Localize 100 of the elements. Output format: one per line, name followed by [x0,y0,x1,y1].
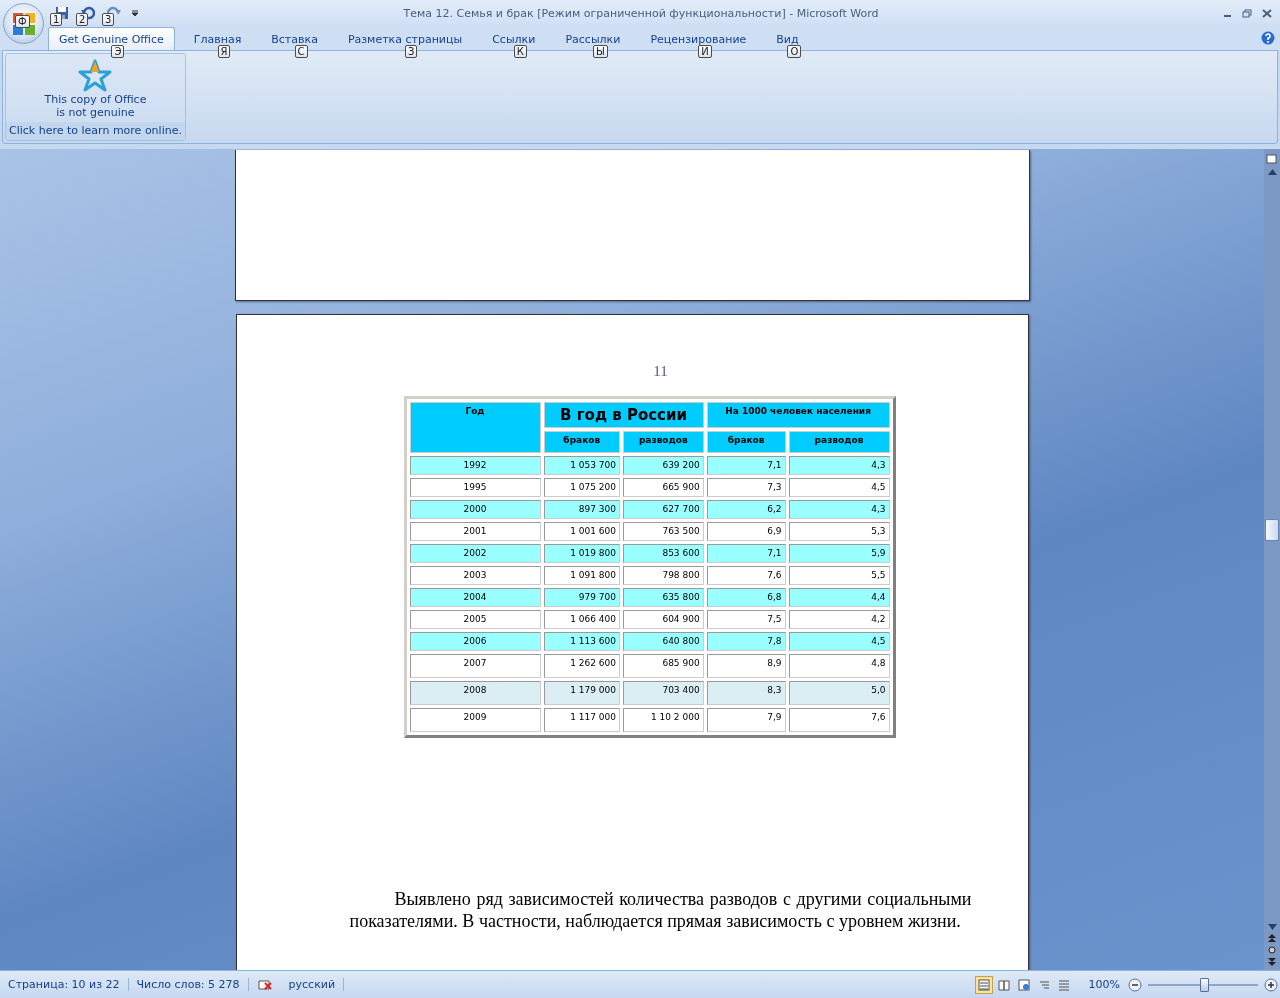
word-count[interactable]: Число слов: 5 278 [128,978,249,991]
table-cell: 1995 [409,478,541,497]
table-cell: 8,3 [706,681,786,705]
table-cell: 7,1 [706,544,786,563]
table-header: браков [706,431,786,453]
zoom-level[interactable]: 100% [1080,978,1128,991]
learn-more-link[interactable]: Click here to learn more online. [6,122,185,140]
proofing-icon[interactable] [256,977,273,992]
page-count[interactable]: Страница: 10 из 22 [0,978,129,991]
table-cell: 6,9 [706,522,786,541]
customize-dropdown-icon[interactable] [131,9,139,17]
key-tip: 3 [102,13,115,26]
scroll-thumb[interactable] [1265,519,1279,541]
table-cell: 2000 [409,500,541,519]
table-cell: 2006 [409,632,541,651]
help-icon[interactable] [1261,31,1275,45]
table-cell: 4,5 [788,478,890,497]
table-cell: 6,8 [706,588,786,607]
language-indicator[interactable]: русский [280,978,345,991]
table-cell: 2003 [409,566,541,585]
table-cell: 853 600 [623,544,704,563]
table-cell: 7,6 [788,708,890,732]
table-cell: 4,4 [788,588,890,607]
table-cell: 5,5 [788,566,890,585]
table-cell: 7,8 [706,632,786,651]
table-header: В год в России [543,402,704,428]
table-cell: 6,2 [706,500,786,519]
table-cell: 2007 [409,654,541,678]
table-cell: 639 200 [623,456,704,475]
key-tip: Ф [15,15,30,28]
table-cell: 4,5 [788,632,890,651]
table-cell: 627 700 [623,500,704,519]
table-cell: 4,2 [788,610,890,629]
page-number: 11 [652,363,669,380]
window-title: Тема 12. Семья и брак [Режим ограниченной функциональности] - Microsoft Word [402,6,880,20]
table-cell: 2002 [409,544,541,563]
table-cell: 1 179 000 [543,681,620,705]
vertical-scrollbar[interactable] [1264,149,1280,970]
zoom-slider-thumb[interactable] [1200,977,1209,992]
table-cell: 5,9 [788,544,890,563]
close-icon[interactable] [1262,8,1272,18]
table-cell: 7,3 [706,478,786,497]
table-cell: 1 019 800 [543,544,620,563]
table-cell: 2005 [409,610,541,629]
table-cell: 2008 [409,681,541,705]
table-cell: 1 117 000 [543,708,620,732]
key-tip: 2 [76,13,89,26]
table-cell: 604 900 [623,610,704,629]
table-cell: 1 113 600 [543,632,620,651]
table-cell: 4,8 [788,654,890,678]
table-cell: 2004 [409,588,541,607]
table-header: разводов [623,431,704,453]
key-tip: Э [111,45,125,58]
restore-icon[interactable] [1242,8,1252,18]
table-cell: 1992 [409,456,541,475]
table-cell: 2009 [409,708,541,732]
key-tip: 1 [50,13,63,26]
star-icon[interactable] [78,59,113,93]
table-cell: 2001 [409,522,541,541]
table-cell: 7,1 [706,456,786,475]
key-tip: Я [217,45,231,58]
table-cell: 1 075 200 [543,478,620,497]
table-header: браков [543,431,620,453]
table-cell: 1 053 700 [543,456,620,475]
table-header: На 1000 человек населения [706,402,890,428]
table-cell: 7,6 [706,566,786,585]
browse-object-icon[interactable] [1268,946,1276,954]
next-page-icon[interactable] [1268,958,1276,966]
table-cell: 798 800 [623,566,704,585]
table-header: разводов [788,431,890,453]
table-cell: 897 300 [543,500,620,519]
key-tip: С [294,45,308,58]
table-cell: 763 500 [623,522,704,541]
table-cell: 685 900 [623,654,704,678]
scroll-up-icon[interactable] [1267,169,1277,175]
table-cell: 1 091 800 [543,566,620,585]
table-cell: 4,3 [788,456,890,475]
key-tip: И [698,45,712,58]
key-tip: З [405,45,418,58]
table-cell: 640 800 [623,632,704,651]
table-header: Год [409,402,541,453]
table-cell: 703 400 [623,681,704,705]
zoom-in-icon[interactable] [1264,977,1278,992]
ruler-toggle-icon[interactable] [1266,153,1278,165]
key-tip: К [513,45,527,58]
table-cell: 979 700 [543,588,620,607]
previous-page-icon[interactable] [1268,934,1276,942]
table-cell: 4,3 [788,500,890,519]
genuine-message: This copy of Office [44,93,147,106]
table-cell: 1 262 600 [543,654,620,678]
table-cell: 5,3 [788,522,890,541]
table-cell: 635 800 [623,588,704,607]
table-cell: 7,5 [706,610,786,629]
table-cell: 665 900 [623,478,704,497]
table-cell: 7,9 [706,708,786,732]
table-cell: 8,9 [706,654,786,678]
table-cell: 5,0 [788,681,890,705]
key-tip: О [787,45,802,58]
zoom-out-icon[interactable] [1128,977,1142,992]
scroll-down-icon[interactable] [1267,924,1277,930]
